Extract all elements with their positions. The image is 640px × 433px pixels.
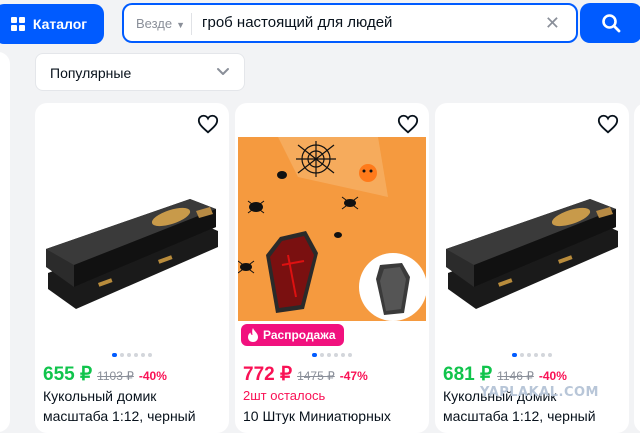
- search-scope-select[interactable]: Везде ▼: [136, 16, 185, 31]
- search-button[interactable]: [580, 3, 640, 43]
- search-scope-label: Везде: [136, 16, 173, 31]
- divider: [191, 13, 192, 35]
- old-price: 1475 ₽: [297, 369, 335, 383]
- product-title-line2[interactable]: масштаба 1:12, черный: [443, 408, 596, 424]
- catalog-button[interactable]: Каталог: [0, 4, 104, 44]
- product-card[interactable]: 655 ₽ 1103 ₽ -40% Кукольный домик масшта…: [35, 103, 229, 433]
- sale-badge: Распродажа: [241, 324, 344, 346]
- price: 772 ₽: [243, 364, 293, 385]
- caret-down-icon: ▼: [176, 20, 186, 30]
- sort-select[interactable]: Популярные: [35, 53, 245, 91]
- product-image[interactable]: [238, 137, 426, 321]
- stock-left-label: 2шт осталось: [243, 388, 326, 403]
- filter-panel: [0, 52, 10, 432]
- product-card[interactable]: Распродажа 772 ₽ 1475 ₽ -47% 2шт осталос…: [235, 103, 429, 433]
- image-carousel-dots[interactable]: [235, 353, 429, 357]
- fire-icon: [248, 328, 258, 342]
- image-carousel-dots[interactable]: [35, 353, 229, 357]
- old-price: 1103 ₽: [97, 369, 134, 383]
- search-box[interactable]: Везде ▼ гроб настоящий для людей ✕: [122, 3, 578, 43]
- product-title[interactable]: Кукольный домик: [43, 388, 156, 404]
- sort-label: Популярные: [50, 65, 132, 81]
- grid-icon: [10, 17, 25, 31]
- watermark: YAPLAKAL.COM: [480, 385, 599, 400]
- next-product-card[interactable]: [634, 103, 640, 433]
- discount-badge: -47%: [339, 369, 368, 383]
- search-icon: [602, 14, 621, 33]
- product-image[interactable]: [438, 137, 626, 321]
- price-row: 772 ₽ 1475 ₽ -47%: [243, 363, 368, 386]
- product-card[interactable]: 681 ₽ 1146 ₽ -40% Кукольный домик масшта…: [435, 103, 629, 433]
- heart-icon[interactable]: [597, 113, 619, 135]
- catalog-label: Каталог: [32, 16, 88, 32]
- price-row: 655 ₽ 1103 ₽ -40%: [43, 363, 167, 386]
- search-input[interactable]: гроб настоящий для людей: [202, 14, 392, 31]
- price: 681 ₽: [443, 364, 493, 385]
- product-title[interactable]: 10 Штук Миниатюрных: [243, 408, 391, 424]
- discount-badge: -40%: [138, 369, 167, 383]
- top-bar: Каталог Везде ▼ гроб настоящий для людей …: [0, 0, 640, 50]
- product-title-line2[interactable]: масштаба 1:12, черный: [43, 408, 196, 424]
- heart-icon[interactable]: [397, 113, 419, 135]
- price: 655 ₽: [43, 364, 93, 385]
- product-image[interactable]: [38, 137, 226, 321]
- old-price: 1146 ₽: [497, 369, 534, 383]
- discount-badge: -40%: [538, 369, 567, 383]
- heart-icon[interactable]: [197, 113, 219, 135]
- chevron-down-icon: [217, 68, 229, 75]
- price-row: 681 ₽ 1146 ₽ -40%: [443, 363, 567, 386]
- sale-badge-label: Распродажа: [263, 328, 336, 342]
- close-icon[interactable]: ✕: [545, 13, 560, 34]
- image-carousel-dots[interactable]: [435, 353, 629, 357]
